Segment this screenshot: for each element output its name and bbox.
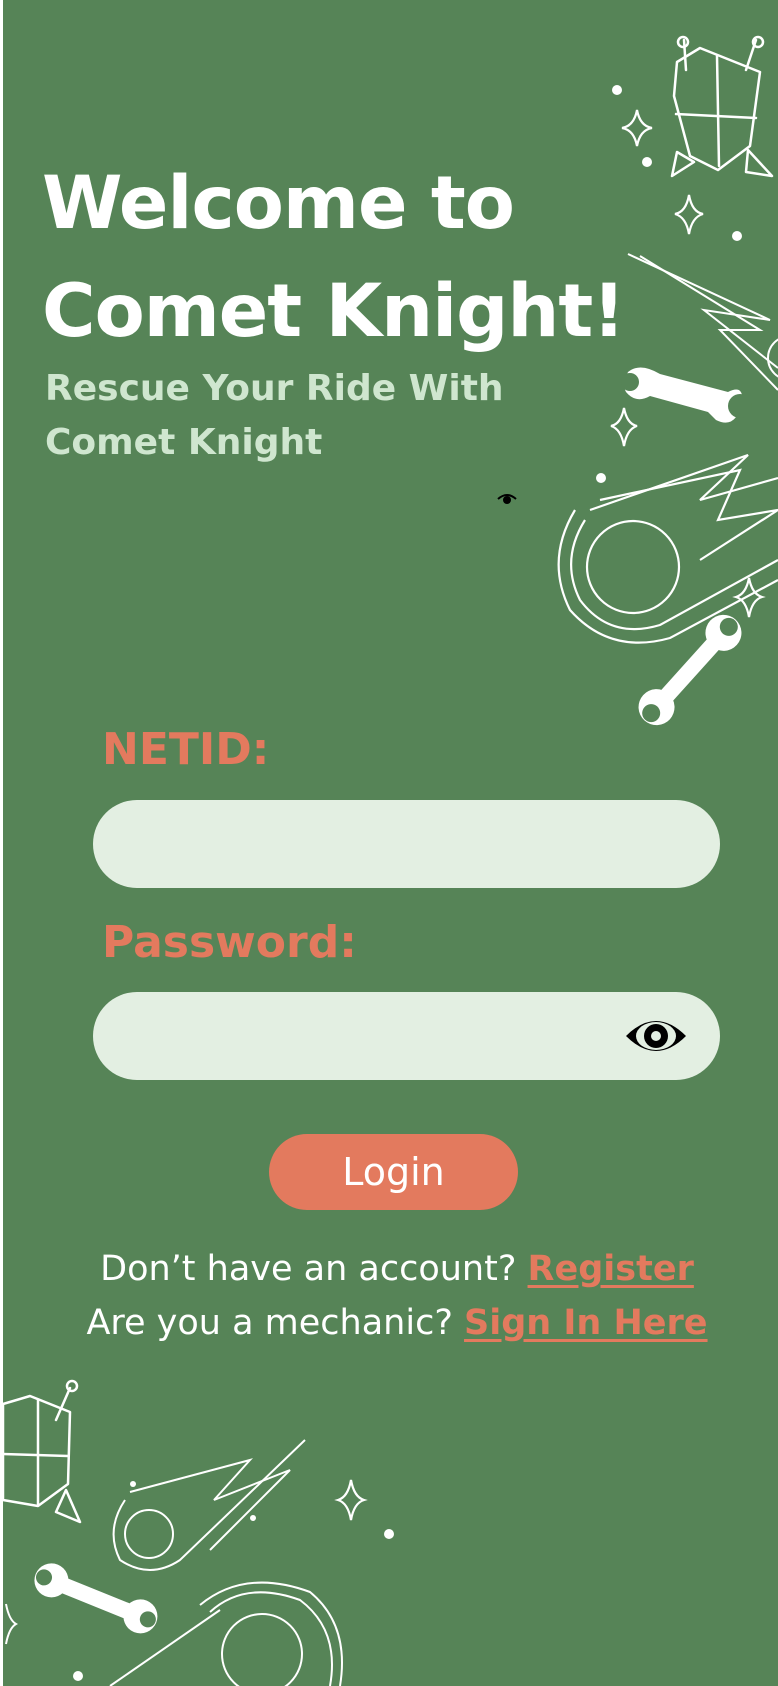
subtitle-line-2: Comet Knight (45, 422, 323, 463)
wrench-icon (621, 367, 752, 423)
mechanic-line: Are you a mechanic? Sign In Here (0, 1298, 778, 1348)
register-line: Don’t have an account? Register (0, 1244, 778, 1294)
mechanic-prompt: Are you a mechanic? (86, 1303, 465, 1343)
page-title: Welcome to Comet Knight! (42, 150, 642, 366)
login-button[interactable]: Login (269, 1134, 518, 1210)
register-prompt: Don’t have an account? (100, 1249, 528, 1289)
title-line-1: Welcome to (42, 161, 515, 246)
subtitle-line-1: Rescue Your Ride With (45, 368, 504, 409)
sparkle-icon (5, 1603, 19, 1645)
register-link[interactable]: Register (528, 1249, 694, 1289)
netid-input[interactable] (129, 800, 669, 888)
mechanic-sign-in-link[interactable]: Sign In Here (464, 1303, 708, 1343)
login-screen: Welcome to Comet Knight! Rescue Your Rid… (0, 0, 778, 1686)
title-line-2: Comet Knight! (42, 269, 626, 354)
eye-icon[interactable] (623, 1012, 689, 1060)
eye-icon (497, 494, 517, 504)
comet-icon (109, 1439, 343, 1686)
password-field[interactable] (93, 992, 720, 1080)
page-subtitle: Rescue Your Ride With Comet Knight (45, 362, 565, 470)
password-label: Password: (102, 917, 357, 968)
password-input[interactable] (129, 992, 599, 1080)
shield-swords-icon (670, 35, 774, 178)
shield-swords-icon (1, 1379, 82, 1524)
netid-label: NETID: (102, 724, 270, 775)
netid-field[interactable] (93, 800, 720, 888)
comet-icon (557, 453, 778, 644)
